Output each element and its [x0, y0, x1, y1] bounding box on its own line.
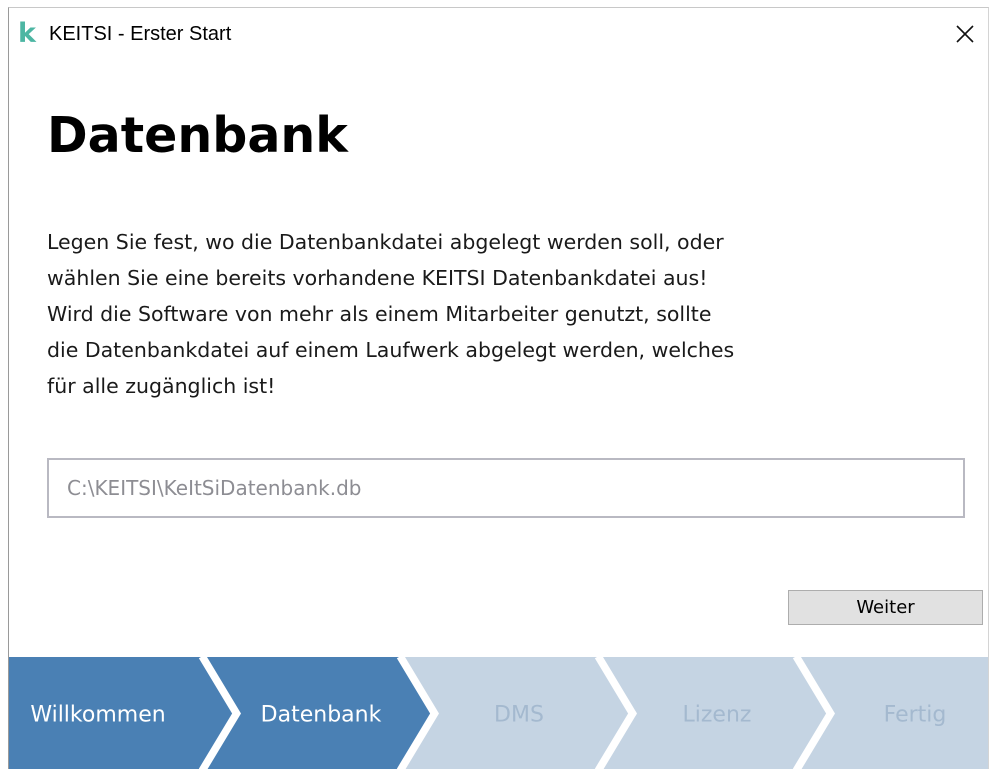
database-path-input[interactable] — [47, 458, 965, 518]
close-icon — [956, 25, 974, 43]
description-line: wählen Sie eine bereits vorhandene KEITS… — [47, 266, 708, 290]
wizard-step-label: Lizenz — [683, 703, 752, 728]
wizard-steps-graphic: Willkommen Datenbank DMS Lizenz Fertig — [9, 657, 988, 769]
wizard-step-label: Fertig — [884, 703, 947, 728]
page-title: Datenbank — [47, 107, 348, 164]
title-bar: k KEITSI - Erster Start — [9, 8, 988, 60]
wizard-step-label: Datenbank — [261, 703, 382, 728]
app-logo: k — [18, 18, 36, 49]
window-title: KEITSI - Erster Start — [49, 23, 232, 45]
setup-window: k KEITSI - Erster Start Datenbank Legen … — [8, 7, 989, 769]
description-line: die Datenbankdatei auf einem Laufwerk ab… — [47, 338, 735, 362]
description-line: Wird die Software von mehr als einem Mit… — [47, 302, 712, 326]
close-button[interactable] — [942, 17, 988, 51]
description-line: Legen Sie fest, wo die Datenbankdatei ab… — [47, 230, 724, 254]
description-text: Legen Sie fest, wo die Datenbankdatei ab… — [47, 224, 957, 404]
wizard-step-label: Willkommen — [30, 703, 165, 728]
next-button[interactable]: Weiter — [788, 590, 983, 625]
wizard-steps: Willkommen Datenbank DMS Lizenz Fertig — [9, 657, 988, 769]
wizard-step-label: DMS — [494, 703, 544, 728]
description-line: für alle zugänglich ist! — [47, 374, 276, 398]
